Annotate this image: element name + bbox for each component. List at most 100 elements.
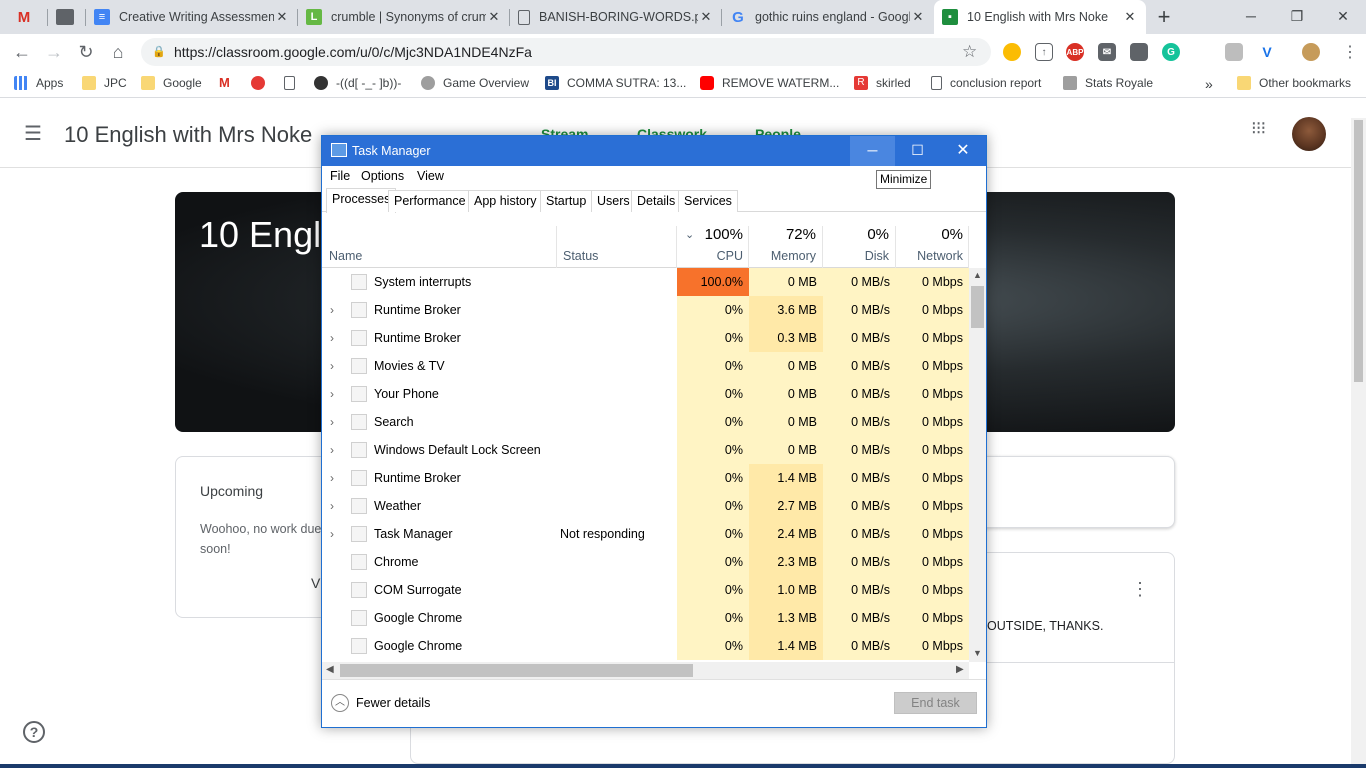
more-bookmarks-button[interactable]: » bbox=[1205, 76, 1213, 92]
close-tab-icon[interactable]: ✕ bbox=[698, 9, 714, 25]
bookmark-stats-royale[interactable]: Stats Royale bbox=[1063, 76, 1153, 90]
close-tab-icon[interactable]: ✕ bbox=[274, 9, 290, 25]
home-button[interactable]: ⌂ bbox=[104, 38, 132, 66]
process-list-vscroll[interactable]: ▲ ▼ bbox=[969, 268, 986, 662]
scroll-left-icon[interactable]: ◀ bbox=[326, 664, 334, 675]
view-all-link[interactable]: V bbox=[311, 575, 320, 591]
process-name: Movies & TV bbox=[374, 359, 445, 373]
adblock-icon[interactable]: ABP bbox=[1066, 43, 1084, 61]
bookmark-dj[interactable]: -((d[ -_- ]b))- bbox=[314, 76, 401, 90]
new-tab-button[interactable]: + bbox=[1150, 4, 1178, 30]
bookmark-star-icon[interactable]: ☆ bbox=[962, 42, 977, 62]
class-title[interactable]: 10 English with Mrs Noke bbox=[64, 122, 312, 148]
chrome-menu-icon[interactable]: ⋮ bbox=[1342, 42, 1358, 62]
process-icon bbox=[351, 526, 367, 542]
bookmark-skirled[interactable]: Rskirled bbox=[854, 76, 911, 90]
process-icon bbox=[351, 470, 367, 486]
fewer-details-button[interactable]: Fewer details bbox=[356, 696, 430, 710]
process-row[interactable]: Chrome 0% 2.3 MB 0 MB/s 0 Mbps bbox=[322, 548, 969, 576]
google-apps-icon[interactable]: ⁝⁝⁝ bbox=[1251, 119, 1266, 137]
hscroll-thumb[interactable] bbox=[340, 664, 693, 677]
hamburger-menu-icon[interactable]: ☰ bbox=[24, 124, 44, 144]
bookmark-gmail[interactable]: M bbox=[219, 76, 241, 90]
tab-gothic-search[interactable]: G gothic ruins england - Google Search ✕ bbox=[722, 0, 934, 34]
expand-chevron-icon[interactable]: › bbox=[330, 492, 340, 520]
expand-chevron-icon[interactable]: › bbox=[330, 296, 340, 324]
process-row[interactable]: Google Chrome 0% 1.3 MB 0 MB/s 0 Mbps bbox=[322, 604, 969, 632]
process-row[interactable]: System interrupts 100.0% 0 MB 0 MB/s 0 Mbps bbox=[322, 268, 969, 296]
process-row[interactable]: › Task Manager Not responding 0% 2.4 MB 0 MB/… bbox=[322, 520, 969, 548]
url-text[interactable]: https://classroom.google.com/u/0/c/Mjc3N… bbox=[174, 44, 532, 60]
expand-chevron-icon[interactable]: › bbox=[330, 436, 340, 464]
reload-button[interactable]: ↻ bbox=[72, 38, 100, 66]
process-row[interactable]: Google Chrome 0% 1.4 MB 0 MB/s 0 Mbps bbox=[322, 632, 969, 660]
bookmark-conclusion-report[interactable]: conclusion report bbox=[931, 76, 1041, 90]
process-list-hscroll[interactable]: ◀ ▶ bbox=[322, 662, 969, 679]
expand-chevron-icon[interactable]: › bbox=[330, 520, 340, 548]
process-row[interactable]: › Windows Default Lock Screen 0% 0 MB 0 MB/s… bbox=[322, 436, 969, 464]
scroll-up-icon[interactable]: ▲ bbox=[973, 270, 982, 280]
process-row[interactable]: › Runtime Broker 0% 3.6 MB 0 MB/s 0 Mbps bbox=[322, 296, 969, 324]
vpn-icon[interactable]: V bbox=[1258, 43, 1276, 61]
process-name: Runtime Broker bbox=[374, 471, 461, 485]
tab-classroom[interactable]: ▪ 10 English with Mrs Noke ✕ bbox=[934, 0, 1146, 34]
more-options-icon[interactable]: ⋮ bbox=[1131, 579, 1149, 600]
process-row[interactable]: › Your Phone 0% 0 MB 0 MB/s 0 Mbps bbox=[322, 380, 969, 408]
bookmark-tomato[interactable] bbox=[251, 76, 273, 90]
close-window-button[interactable]: ✕ bbox=[1320, 0, 1366, 32]
expand-chevron-icon[interactable]: › bbox=[330, 324, 340, 352]
user-avatar[interactable] bbox=[1292, 117, 1326, 151]
process-row[interactable]: COM Surrogate 0% 1.0 MB 0 MB/s 0 Mbps bbox=[322, 576, 969, 604]
vscroll-thumb[interactable] bbox=[971, 286, 984, 328]
upload-icon[interactable]: ↑ bbox=[1035, 43, 1053, 61]
page-scrollbar[interactable] bbox=[1351, 118, 1366, 768]
extension-icon[interactable] bbox=[1225, 43, 1243, 61]
tab-crumble[interactable]: L crumble | Synonyms of crumble ✕ bbox=[298, 0, 510, 34]
bookmark-apps[interactable]: Apps bbox=[14, 76, 63, 90]
tab-gmail[interactable]: M bbox=[8, 0, 48, 34]
scroll-right-icon[interactable]: ▶ bbox=[956, 664, 964, 675]
process-name: Google Chrome bbox=[374, 611, 463, 625]
close-tab-icon[interactable]: ✕ bbox=[1122, 9, 1138, 25]
grammarly-icon[interactable]: G bbox=[1162, 43, 1180, 61]
bookmark-google[interactable]: Google bbox=[141, 76, 202, 90]
process-icon bbox=[351, 442, 367, 458]
tab-creative-writing[interactable]: ≡ Creative Writing Assessment ✕ bbox=[86, 0, 298, 34]
restore-window-button[interactable]: ❐ bbox=[1274, 0, 1320, 32]
back-button[interactable]: ← bbox=[8, 38, 36, 66]
mail-icon[interactable]: ✉ bbox=[1098, 43, 1116, 61]
end-task-button[interactable]: End task bbox=[894, 692, 977, 714]
bookmark-comma-sutra[interactable]: BI COMMA SUTRA: 13... bbox=[545, 76, 686, 90]
close-tab-icon[interactable]: ✕ bbox=[486, 9, 502, 25]
process-row[interactable]: › Runtime Broker 0% 0.3 MB 0 MB/s 0 Mbps bbox=[322, 324, 969, 352]
shield-extension-icon[interactable] bbox=[1130, 43, 1148, 61]
bookmark-remove-watermark[interactable]: REMOVE WATERM... bbox=[700, 76, 839, 90]
expand-chevron-icon[interactable]: › bbox=[330, 380, 340, 408]
profile-avatar[interactable] bbox=[1302, 43, 1320, 61]
expand-chevron-icon[interactable]: › bbox=[330, 408, 340, 436]
tab-banish-pdf[interactable]: BANISH-BORING-WORDS.pdf ✕ bbox=[510, 0, 722, 34]
process-row[interactable]: › Weather 0% 2.7 MB 0 MB/s 0 Mbps bbox=[322, 492, 969, 520]
process-row[interactable]: › Search 0% 0 MB 0 MB/s 0 Mbps bbox=[322, 408, 969, 436]
scroll-down-icon[interactable]: ▼ bbox=[973, 648, 982, 658]
process-row[interactable]: › Movies & TV 0% 0 MB 0 MB/s 0 Mbps bbox=[322, 352, 969, 380]
bookmark-jpc[interactable]: JPC bbox=[82, 76, 127, 90]
minimize-window-button[interactable]: ─ bbox=[1228, 0, 1274, 32]
help-icon[interactable]: ? bbox=[23, 721, 45, 743]
process-memory: 0 MB bbox=[749, 268, 823, 296]
process-network: 0 Mbps bbox=[896, 548, 969, 576]
bookmark-game-overview[interactable]: Game Overview bbox=[421, 76, 529, 90]
expand-chevron-icon[interactable]: › bbox=[330, 352, 340, 380]
close-tab-icon[interactable]: ✕ bbox=[910, 9, 926, 25]
file-icon bbox=[284, 76, 295, 90]
bookmark-page[interactable] bbox=[284, 76, 303, 90]
process-cpu: 0% bbox=[677, 408, 749, 436]
bi-icon: BI bbox=[545, 76, 559, 90]
other-bookmarks[interactable]: Other bookmarks bbox=[1237, 76, 1351, 90]
tab-extension[interactable] bbox=[48, 0, 86, 34]
expand-chevron-icon[interactable]: › bbox=[330, 464, 340, 492]
process-row[interactable]: › Runtime Broker 0% 1.4 MB 0 MB/s 0 Mbps bbox=[322, 464, 969, 492]
extension-chrome-icon[interactable] bbox=[1003, 43, 1021, 61]
chevron-up-icon[interactable]: ︿ bbox=[331, 694, 349, 712]
forward-button[interactable]: → bbox=[40, 38, 68, 66]
